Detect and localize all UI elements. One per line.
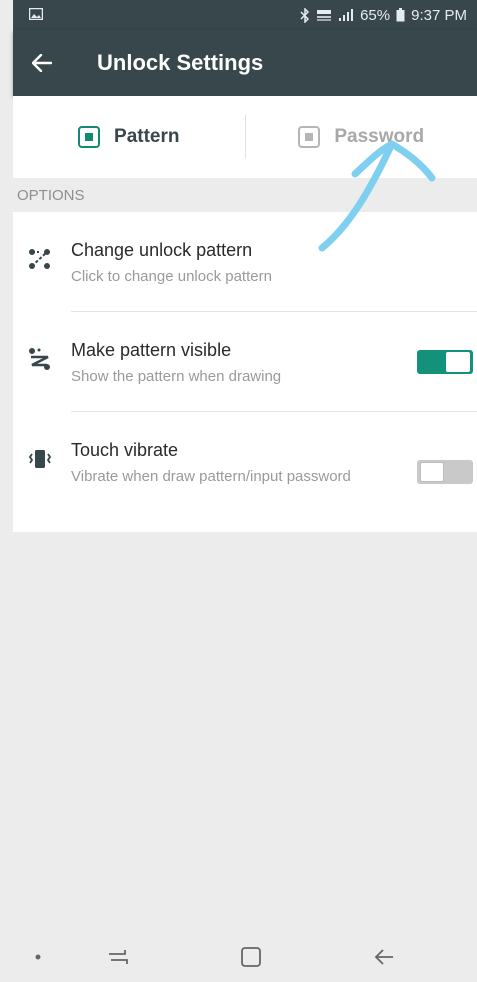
tab-pattern[interactable]: Pattern [13,96,245,178]
nav-bar [13,932,477,982]
option-title: Make pattern visible [71,340,232,360]
option-title: Touch vibrate [71,440,179,460]
options-list: Change unlock pattern Click to change un… [13,212,477,532]
lte-icon [316,9,332,22]
touch-vibrate-toggle[interactable] [417,460,473,484]
bluetooth-icon [300,7,310,23]
home-icon[interactable] [240,946,262,968]
option-subtitle: Show the pattern when drawing [71,368,282,385]
status-icons: 65% 9:37 PM [300,7,467,24]
back-button[interactable] [13,30,71,96]
status-bar: 65% 9:37 PM [13,0,477,30]
dot-icon [35,954,41,960]
battery-icon [396,8,405,22]
pattern-visible-toggle[interactable] [417,350,473,374]
recent-apps-icon[interactable] [107,946,129,968]
pattern-tab-icon [78,126,101,148]
option-make-pattern-visible[interactable]: Make pattern visible Show the pattern wh… [13,312,477,412]
arrow-left-icon [32,54,52,72]
pattern-visible-icon [29,348,50,370]
screen: 65% 9:37 PM Unlock Settings Pattern Pass… [0,0,477,982]
annotation-arrow-icon [318,140,436,252]
signal-icon [338,8,354,22]
clock: 9:37 PM [411,6,467,24]
option-touch-vibrate[interactable]: Touch vibrate Vibrate when draw pattern/… [13,412,477,532]
option-title: Change unlock pattern [71,240,253,260]
gallery-icon [28,7,44,24]
back-icon[interactable] [373,946,395,968]
option-subtitle: Vibrate when draw pattern/input password [71,468,351,485]
page-title: Unlock Settings [97,50,264,75]
pattern-icon [29,249,50,269]
option-subtitle: Click to change unlock pattern [71,268,272,285]
app-bar: Unlock Settings [13,30,477,96]
vibrate-icon [28,450,52,468]
tab-pattern-label: Pattern [114,126,180,147]
battery-percent: 65% [360,6,391,24]
